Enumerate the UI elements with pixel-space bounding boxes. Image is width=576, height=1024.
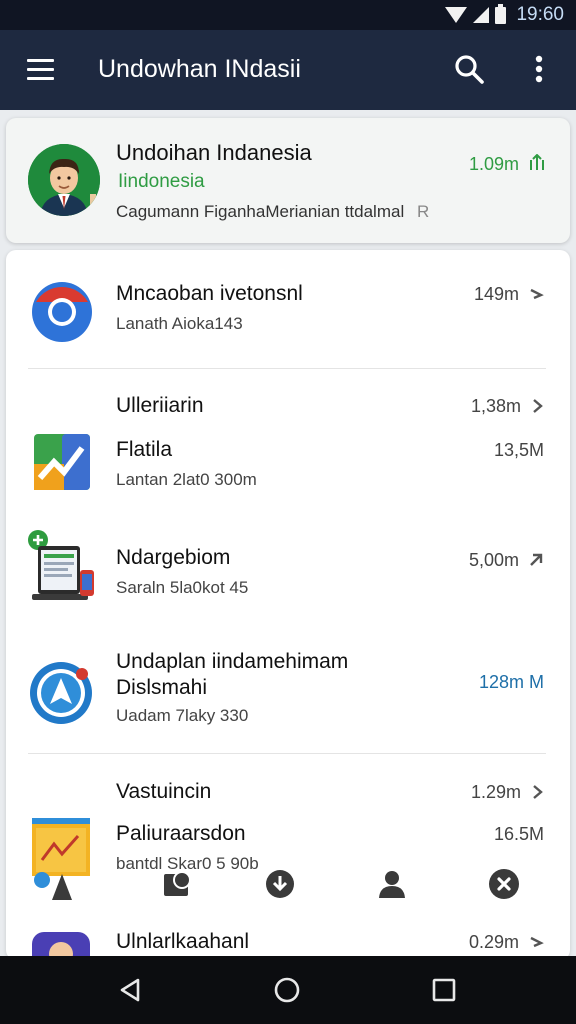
- app-title: Undowhan INdasii: [98, 55, 301, 83]
- item-subtitle: Saraln 5la0kot 45: [116, 578, 249, 597]
- arrow-up-right-icon: [530, 553, 543, 566]
- laptop-app-icon: [28, 530, 94, 600]
- item-subtitle: Lantan 2lat0 300m: [116, 470, 257, 489]
- item-title-line2: Dislsmahi: [116, 676, 208, 699]
- system-navigation-bar: [0, 956, 576, 1024]
- item-title: Flatila: [116, 438, 173, 461]
- item-size: 1.29m: [471, 782, 544, 803]
- featured-description: Cagumann FiganhaMerianian ttdalmal R: [116, 202, 430, 221]
- featured-title: Undoihan Indanesia: [116, 140, 312, 165]
- battery-icon: [495, 3, 507, 24]
- trending-up-icon: [530, 153, 544, 170]
- status-time: 19:60: [516, 4, 564, 25]
- item-size: 5,00m: [469, 550, 544, 571]
- item-title: Undaplan iindamehimam: [116, 650, 349, 673]
- featured-subtitle: Iindonesia: [118, 171, 205, 192]
- photo-action-icon[interactable]: [162, 868, 194, 900]
- item-title: Ndargebiom: [116, 546, 231, 569]
- avatar: [28, 144, 100, 216]
- more-vert-icon[interactable]: [522, 52, 556, 86]
- item-size: 1,38m: [471, 396, 544, 417]
- arrow-right-icon: [530, 936, 544, 948]
- chart-app-icon: [34, 434, 90, 490]
- menu-icon[interactable]: [24, 56, 58, 84]
- app-list: Mncaoban ivetonsnl Lanath Aioka143 149m …: [6, 250, 570, 960]
- signal-icon: [473, 7, 490, 23]
- item-size: 149m: [474, 284, 544, 305]
- item-size: 0.29m: [469, 932, 544, 953]
- item-subtitle: Lanath Aioka143: [116, 314, 243, 333]
- featured-size: 1.09m: [469, 153, 546, 175]
- item-size: 13,5M: [493, 440, 544, 460]
- item-size: 16.5M: [493, 824, 544, 844]
- wifi-icon: [445, 7, 468, 23]
- chevron-right-icon: [533, 785, 543, 799]
- recents-square-icon[interactable]: [428, 974, 460, 1006]
- person-avatar-icon: [28, 144, 100, 216]
- settings-action-icon[interactable]: [488, 868, 520, 900]
- notebook-app-icon: [32, 818, 90, 900]
- item-title: Paliuraarsdon: [116, 822, 246, 845]
- download-action-icon[interactable]: [264, 868, 296, 900]
- status-icons: 19:60: [445, 3, 564, 26]
- profile-action-icon[interactable]: [376, 868, 408, 900]
- back-triangle-icon[interactable]: [114, 974, 146, 1006]
- home-circle-icon[interactable]: [271, 974, 303, 1006]
- status-bar: 19:60: [0, 0, 576, 30]
- item-title: Vastuincin: [116, 780, 212, 803]
- chevron-right-icon: [533, 399, 543, 413]
- item-size: 128m M: [478, 672, 544, 692]
- arrow-right-icon: [530, 288, 544, 300]
- featured-card[interactable]: Undoihan Indanesia Iindonesia Cagumann F…: [6, 118, 570, 243]
- item-title: Mncaoban ivetonsnl: [116, 282, 303, 305]
- location-app-icon: [30, 662, 92, 724]
- search-icon[interactable]: [452, 52, 486, 86]
- app-bar: Undowhan INdasii: [0, 30, 576, 110]
- item-title: Ulnlarlkaahanl: [116, 930, 250, 953]
- item-title: Ulleriiarin: [116, 394, 204, 417]
- browser-app-icon: [32, 282, 92, 342]
- item-subtitle: Uadam 7laky 330: [116, 706, 249, 725]
